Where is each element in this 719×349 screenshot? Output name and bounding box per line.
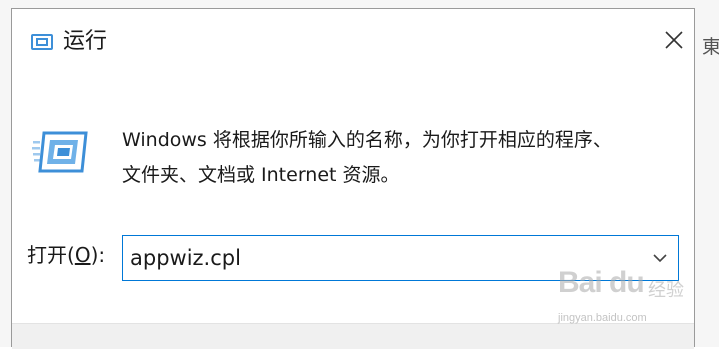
watermark-brand: Bai du: [558, 266, 645, 299]
dialog-description: Windows 将根据你所输入的名称，为你打开相应的程序、 文件夹、文档或 In…: [122, 123, 682, 193]
description-line-2: 文件夹、文档或 Internet 资源。: [122, 164, 400, 186]
open-input[interactable]: [130, 241, 630, 275]
run-dialog-icon: [31, 34, 53, 50]
title-bar[interactable]: 运行: [12, 9, 694, 75]
window-title: 运行: [63, 29, 108, 54]
watermark-url: jingyan.baidu.com: [558, 312, 647, 324]
description-line-1: Windows 将根据你所输入的名称，为你打开相应的程序、: [122, 129, 612, 151]
run-program-icon: [32, 131, 88, 173]
open-label: 打开(O):: [27, 240, 105, 270]
watermark-sub: 经验: [648, 280, 684, 301]
open-label-suffix: ):: [90, 243, 106, 267]
close-icon: [665, 31, 683, 49]
watermark: Bai du 经验 jingyan.baidu.com: [556, 262, 706, 332]
open-label-prefix: 打开(: [27, 243, 75, 267]
open-label-mnemonic: O: [74, 243, 91, 267]
close-button[interactable]: [657, 23, 691, 57]
background-edge-text: 東: [702, 36, 719, 58]
